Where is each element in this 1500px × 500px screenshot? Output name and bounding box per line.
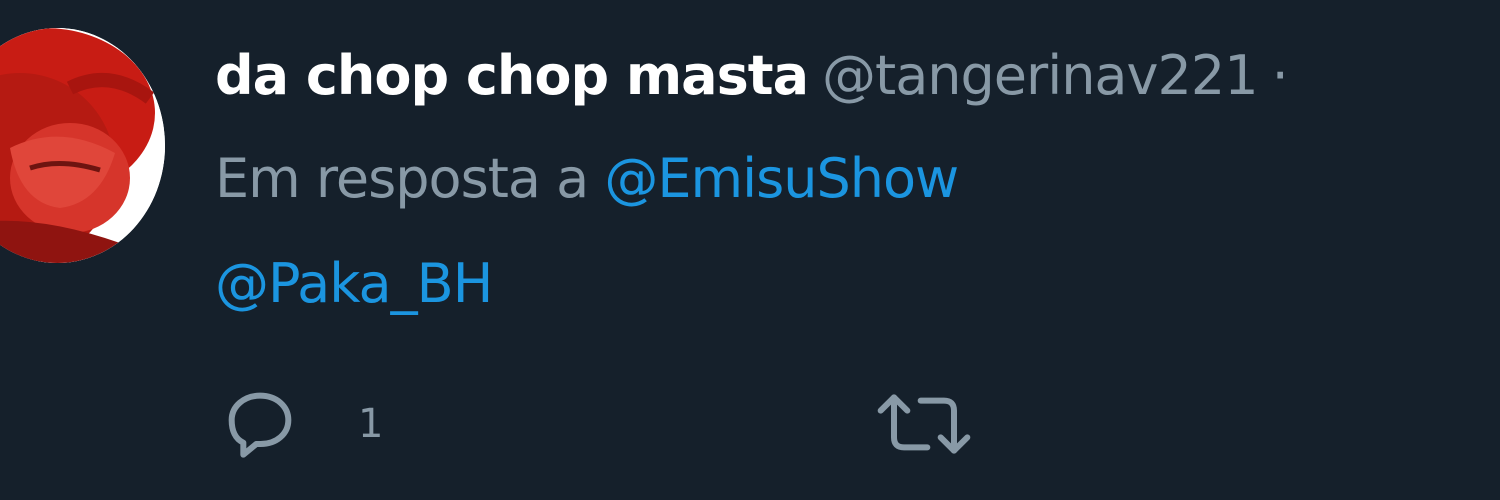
reply-context-continued: @Paka_BH (215, 248, 493, 320)
header-separator: · (1271, 44, 1289, 107)
reply-button[interactable]: 1 (220, 384, 383, 464)
tweet-header: da chop chop masta @tangerinav221 · (215, 40, 1289, 112)
mention-link-emisushow[interactable]: @EmisuShow (604, 147, 959, 210)
reply-context: Em resposta a @EmisuShow (215, 143, 959, 215)
retweet-icon (874, 384, 974, 464)
avatar-image (0, 28, 165, 263)
reply-icon (220, 384, 300, 464)
mention-link-paka-bh[interactable]: @Paka_BH (215, 252, 493, 315)
reply-prefix-label: Em resposta a (215, 147, 589, 210)
display-name[interactable]: da chop chop masta (215, 44, 809, 107)
retweet-button[interactable] (874, 384, 974, 464)
tweet-card[interactable]: da chop chop masta @tangerinav221 · Em res… (0, 0, 1500, 500)
reply-count: 1 (358, 401, 384, 447)
user-handle[interactable]: @tangerinav221 (822, 44, 1259, 107)
avatar[interactable] (0, 28, 165, 263)
